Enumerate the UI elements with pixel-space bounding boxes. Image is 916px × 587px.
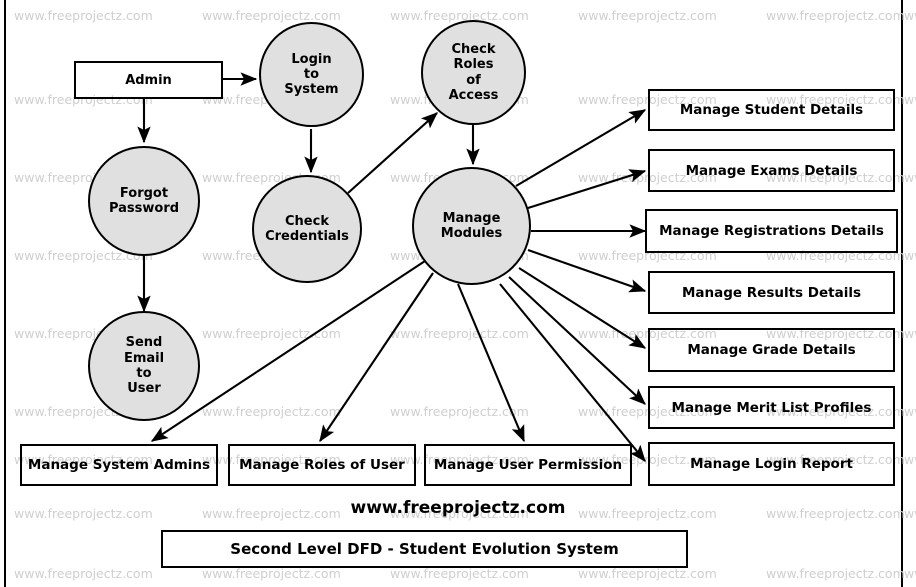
store-manage-exams-details-label: Manage Exams Details: [685, 162, 858, 179]
process-check-roles-of-access-line-3: of: [466, 72, 481, 88]
flow-manage-modules-to-manage-merit-list-profiles: [508, 276, 646, 405]
process-manage-modules[interactable]: Manage Modules: [412, 167, 531, 285]
process-check-credentials-line-2: Credentials: [265, 229, 349, 244]
entity-admin[interactable]: Admin: [74, 61, 223, 99]
store-manage-merit-list-profiles[interactable]: Manage Merit List Profiles: [648, 386, 895, 429]
process-send-email-to-user[interactable]: Send Email to User: [88, 311, 200, 421]
store-manage-student-details[interactable]: Manage Student Details: [648, 89, 895, 131]
store-manage-registrations-details[interactable]: Manage Registrations Details: [645, 209, 898, 253]
process-manage-modules-line-1: Manage: [442, 210, 501, 226]
dfd-diagram-canvas: www.freeprojectz.com www.freeprojectz.com…: [0, 0, 916, 587]
store-manage-registrations-details-label: Manage Registrations Details: [659, 223, 884, 239]
diagram-title-box: Second Level DFD - Student Evolution Sys…: [161, 530, 688, 568]
process-login-to-system[interactable]: Login to System: [259, 22, 364, 127]
process-check-roles-of-access[interactable]: Check Roles of Access: [421, 20, 526, 125]
process-login-to-system-line-3: System: [284, 82, 339, 98]
flow-manage-modules-to-manage-grade-details: [518, 267, 647, 349]
process-login-to-system-line-2: to: [303, 66, 320, 82]
process-send-email-to-user-line-2: Email: [123, 350, 165, 366]
page-title: Second Level DFD - Student Evolution Sys…: [230, 540, 619, 558]
process-send-email-to-user-line-3: to: [136, 366, 152, 381]
process-check-roles-of-access-line-4: Access: [448, 87, 499, 103]
brand-text: www.freeprojectz.com: [350, 498, 566, 518]
flow-manage-modules-to-manage-user-permission: [457, 283, 525, 443]
store-manage-grade-details[interactable]: Manage Grade Details: [648, 328, 895, 372]
store-manage-user-permission-label: Manage User Permission: [433, 457, 623, 473]
process-check-roles-of-access-line-2: Roles: [453, 57, 494, 73]
store-manage-user-permission[interactable]: Manage User Permission: [424, 444, 632, 486]
store-manage-results-details[interactable]: Manage Results Details: [648, 271, 895, 314]
store-manage-grade-details-label: Manage Grade Details: [687, 342, 856, 358]
process-send-email-to-user-line-4: User: [127, 381, 161, 397]
store-manage-system-admins[interactable]: Manage System Admins: [20, 444, 218, 486]
process-forgot-password-line-1: Forgot: [119, 185, 169, 201]
store-manage-merit-list-profiles-label: Manage Merit List Profiles: [671, 399, 872, 416]
process-forgot-password[interactable]: Forgot Password: [88, 146, 200, 256]
store-manage-roles-of-user-label: Manage Roles of User: [239, 457, 405, 473]
process-forgot-password-line-2: Password: [108, 201, 180, 216]
store-manage-system-admins-label: Manage System Admins: [27, 457, 211, 473]
flow-manage-modules-to-manage-student-details: [515, 109, 647, 187]
flow-manage-modules-to-manage-roles-of-user: [319, 272, 434, 443]
entity-admin-label: Admin: [125, 72, 172, 88]
flow-manage-modules-to-manage-exams-details: [527, 169, 647, 210]
store-manage-login-report-label: Manage Login Report: [690, 456, 853, 472]
store-manage-results-details-label: Manage Results Details: [681, 284, 861, 301]
store-manage-roles-of-user[interactable]: Manage Roles of User: [228, 444, 416, 486]
process-check-roles-of-access-line-1: Check: [451, 41, 496, 57]
process-check-credentials[interactable]: Check Credentials: [252, 175, 362, 283]
process-check-credentials-line-1: Check: [285, 213, 329, 229]
process-manage-modules-line-2: Modules: [440, 226, 503, 241]
store-manage-exams-details[interactable]: Manage Exams Details: [648, 149, 895, 192]
process-login-to-system-line-1: Login: [291, 51, 332, 67]
store-manage-student-details-label: Manage Student Details: [679, 102, 864, 118]
store-manage-login-report[interactable]: Manage Login Report: [648, 442, 895, 486]
process-send-email-to-user-line-1: Send: [125, 335, 163, 351]
flow-check-credentials-to-check-roles: [347, 112, 438, 194]
